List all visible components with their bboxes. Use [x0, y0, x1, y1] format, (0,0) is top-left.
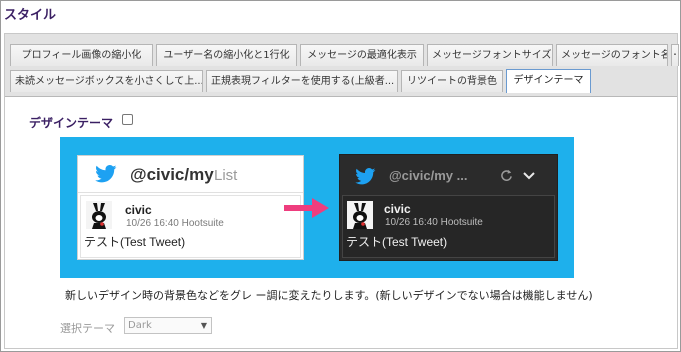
chevron-down-icon — [523, 172, 535, 180]
tab-bar: プロフィール画像の縮小化 ユーザー名の縮小化と1行化 メッセージの最適化表示 メ… — [5, 34, 679, 97]
light-list-label: List — [214, 167, 238, 184]
tab-message-font-name[interactable]: メッセージのフォント名 — [556, 44, 668, 66]
light-tweet-meta: 10/26 16:40 Hootsuite — [126, 218, 224, 229]
tab-more[interactable]: ･ — [671, 44, 679, 66]
tab-username[interactable]: ユーザー名の縮小化と1行化 — [156, 44, 297, 66]
user-avatar-icon — [347, 201, 373, 229]
dark-tweet-text: テスト(Test Tweet) — [346, 235, 448, 249]
dark-tweet-meta: 10/26 16:40 Hootsuite — [385, 217, 483, 228]
theme-select-label: 選択テーマ — [60, 322, 115, 335]
tab-regex-filter[interactable]: 正規表現フィルターを使用する(上級者... — [206, 70, 398, 92]
dark-account-name: @civic/my ... — [389, 168, 468, 183]
theme-select[interactable]: Dark ▼ — [124, 317, 212, 334]
dark-theme-card: @civic/my ... civic 10/26 16:40 Hootsuit… — [339, 154, 558, 261]
tab-design-theme[interactable]: デザインテーマ — [506, 69, 591, 93]
dark-user-name: civic — [384, 202, 411, 216]
page-title: スタイル — [4, 8, 57, 23]
arrow-right-icon — [284, 198, 329, 218]
light-account-name: @civic/my — [130, 165, 214, 184]
theme-select-value: Dark — [128, 320, 152, 331]
design-theme-label: デザインテーマ — [29, 116, 114, 130]
light-card-header: @civic/my List — [78, 156, 303, 193]
settings-panel: プロフィール画像の縮小化 ユーザー名の縮小化と1行化 メッセージの最適化表示 メ… — [4, 33, 679, 349]
tab-unread-box[interactable]: 未読メッセージボックスを小さくして上... — [10, 70, 203, 92]
light-tweet: civic 10/26 16:40 Hootsuite テスト(Test Twe… — [80, 195, 301, 258]
twitter-bird-icon — [355, 168, 376, 185]
dark-tweet: civic 10/26 16:40 Hootsuite テスト(Test Twe… — [342, 195, 555, 258]
light-tweet-text: テスト(Test Tweet) — [84, 235, 186, 249]
dropdown-arrow-icon: ▼ — [200, 321, 207, 330]
design-theme-checkbox[interactable] — [122, 114, 133, 125]
theme-preview: @civic/my List civic 10/26 16:40 Hootsui… — [60, 137, 574, 278]
twitter-bird-icon — [95, 165, 117, 183]
tab-retweet-bg[interactable]: リツイートの背景色 — [401, 70, 503, 92]
refresh-icon — [501, 169, 512, 181]
description-text: 新しいデザイン時の背景色などをグレ ー調に変えたりします。(新しいデザインでない… — [65, 289, 593, 302]
tab-message-font-size[interactable]: メッセージフォントサイズ — [427, 44, 553, 66]
window-frame: スタイル プロフィール画像の縮小化 ユーザー名の縮小化と1行化 メッセージの最適… — [0, 0, 681, 352]
tab-message-optimize[interactable]: メッセージの最適化表示 — [300, 44, 424, 66]
tab-profile-image[interactable]: プロフィール画像の縮小化 — [10, 44, 153, 66]
user-avatar-icon — [86, 201, 112, 229]
light-theme-card: @civic/my List civic 10/26 16:40 Hootsui… — [77, 155, 304, 260]
light-user-name: civic — [125, 203, 152, 217]
